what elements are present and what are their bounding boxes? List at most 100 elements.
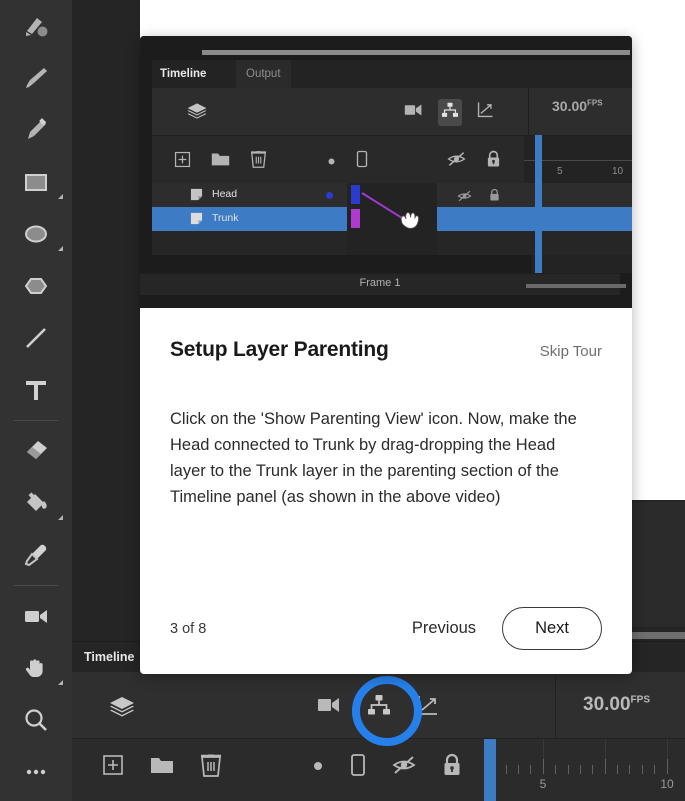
ruler-label-10: 10 <box>660 777 674 791</box>
tour-card-footer: 3 of 8 Previous Next <box>170 607 602 650</box>
lock-layer-icon <box>486 150 501 173</box>
tour-description: Click on the 'Show Parenting View' icon.… <box>170 410 577 507</box>
hide-layer-icon[interactable] <box>392 755 416 780</box>
pencil-icon[interactable] <box>0 104 72 156</box>
layer-row-empty <box>152 231 632 255</box>
video-layer-controls: 5 10 <box>152 135 632 184</box>
parenting-dot-head <box>326 192 333 199</box>
tour-nav-buttons: Previous Next <box>412 607 602 650</box>
fps-value[interactable]: 30.00FPS <box>583 694 650 716</box>
layer-thumbnail-icon <box>190 212 203 230</box>
step-counter: 3 of 8 <box>170 620 207 637</box>
graph-editor-icon[interactable] <box>417 694 439 721</box>
video-layer-list: Head Trunk <box>152 135 632 273</box>
paintbrush-icon[interactable] <box>0 52 72 104</box>
line-icon[interactable] <box>0 312 72 364</box>
onion-skin-icon <box>356 150 368 173</box>
video-playhead <box>535 135 542 273</box>
layer-name-trunk: Trunk <box>212 212 239 224</box>
next-button[interactable]: Next <box>502 607 602 650</box>
video-frame-bar: Frame 1 <box>140 273 626 295</box>
eraser-icon[interactable] <box>0 425 72 477</box>
video-fps-divider <box>528 88 529 135</box>
video-ruler-label-5: 5 <box>557 166 563 177</box>
canvas-area <box>416 0 685 38</box>
camera-icon[interactable] <box>317 695 341 720</box>
video-topbar <box>140 36 632 60</box>
new-folder-icon[interactable] <box>150 755 174 780</box>
camera-icon[interactable] <box>0 590 72 642</box>
graph-editor-icon <box>477 101 494 123</box>
timeline-layer-controls: 5 10 <box>72 738 685 801</box>
video-ruler-label-10: 10 <box>612 166 624 177</box>
keyframe-trunk <box>351 209 360 228</box>
timeline-toolbar: 30.00FPS 1 F <box>72 672 685 738</box>
tour-card: Timeline Output 30.00FPS 5 10 Head Trunk… <box>140 36 632 674</box>
video-scrollbar <box>202 50 630 55</box>
layer-action-icons <box>102 753 222 782</box>
video-tab-timeline: Timeline <box>160 68 207 80</box>
rectangle-icon[interactable] <box>0 156 72 208</box>
parenting-view-icon[interactable] <box>367 694 391 721</box>
keyframe-head <box>351 185 360 204</box>
delete-layer-icon <box>250 150 267 173</box>
onion-skin-dot-icon <box>327 153 336 171</box>
right-dock-body <box>632 502 685 627</box>
layer-head-name-cell: Head <box>152 183 347 207</box>
text-icon[interactable] <box>0 364 72 416</box>
add-layer-icon <box>174 151 191 173</box>
hide-layer-icon <box>457 189 472 207</box>
previous-button[interactable]: Previous <box>412 619 476 638</box>
ellipse-icon[interactable] <box>0 208 72 260</box>
timeline-view-icons <box>317 694 439 721</box>
layers-icon[interactable] <box>108 694 136 727</box>
skip-tour-link[interactable]: Skip Tour <box>540 343 602 360</box>
fps-display-box: 30.00FPS 1 F <box>555 672 685 738</box>
layer-trunk-name-cell: Trunk <box>152 207 347 231</box>
toolbar-divider <box>14 420 58 421</box>
layers-icon <box>186 101 208 128</box>
polygon-icon[interactable] <box>0 260 72 312</box>
brush-selection-icon[interactable] <box>0 0 72 52</box>
timeline-ruler[interactable]: 5 10 <box>496 739 685 801</box>
layer-name-head: Head <box>212 188 238 200</box>
tab-timeline[interactable]: Timeline <box>84 642 134 672</box>
video-layer-toggles-2 <box>447 150 501 173</box>
layer-toggle-icons <box>312 753 462 782</box>
onion-skin-dot-icon[interactable] <box>312 759 324 777</box>
right-dock-scrollbar[interactable] <box>632 632 685 639</box>
lock-layer-icon[interactable] <box>442 753 462 782</box>
layer-head-parent-cell <box>347 183 437 207</box>
timeline-playhead[interactable] <box>484 739 496 801</box>
canvas-area-top <box>140 0 416 22</box>
paint-bucket-icon[interactable] <box>0 477 72 529</box>
new-folder-icon <box>211 151 230 172</box>
layer-trunk-toggle-cell <box>437 207 532 231</box>
layer-trunk-parent-cell <box>347 207 437 231</box>
video-tabbar: Timeline Output <box>152 60 632 88</box>
video-bottom-scrollbar <box>526 284 626 288</box>
tools-panel <box>0 0 72 801</box>
delete-layer-icon[interactable] <box>200 753 222 782</box>
layer-row-trunk: Trunk <box>152 207 632 231</box>
eyedropper-icon[interactable] <box>0 529 72 581</box>
add-layer-icon[interactable] <box>102 754 124 781</box>
onion-skin-icon[interactable] <box>350 753 366 782</box>
tutorial-video[interactable]: Timeline Output 30.00FPS 5 10 Head Trunk… <box>140 36 632 308</box>
video-tab-output: Output <box>236 60 291 88</box>
more-tools-icon[interactable] <box>0 746 72 798</box>
video-fps-value: 30.00FPS <box>552 98 603 114</box>
parenting-view-icon <box>438 98 462 126</box>
layer-thumbnail-icon <box>190 188 203 206</box>
video-view-icons <box>404 98 494 126</box>
tour-card-body: Setup Layer Parenting Skip Tour Click on… <box>140 308 632 510</box>
hand-icon[interactable] <box>0 642 72 694</box>
layer-head-toggle-cell <box>437 183 532 207</box>
tour-title: Setup Layer Parenting <box>170 338 389 361</box>
hide-layer-icon <box>447 151 466 172</box>
zoom-icon[interactable] <box>0 694 72 746</box>
video-layer-actions <box>174 150 267 173</box>
application-window: Timeline 30.00FPS 1 F <box>0 0 685 801</box>
layer-row-head: Head <box>152 183 632 207</box>
video-layer-toggles <box>327 150 368 173</box>
